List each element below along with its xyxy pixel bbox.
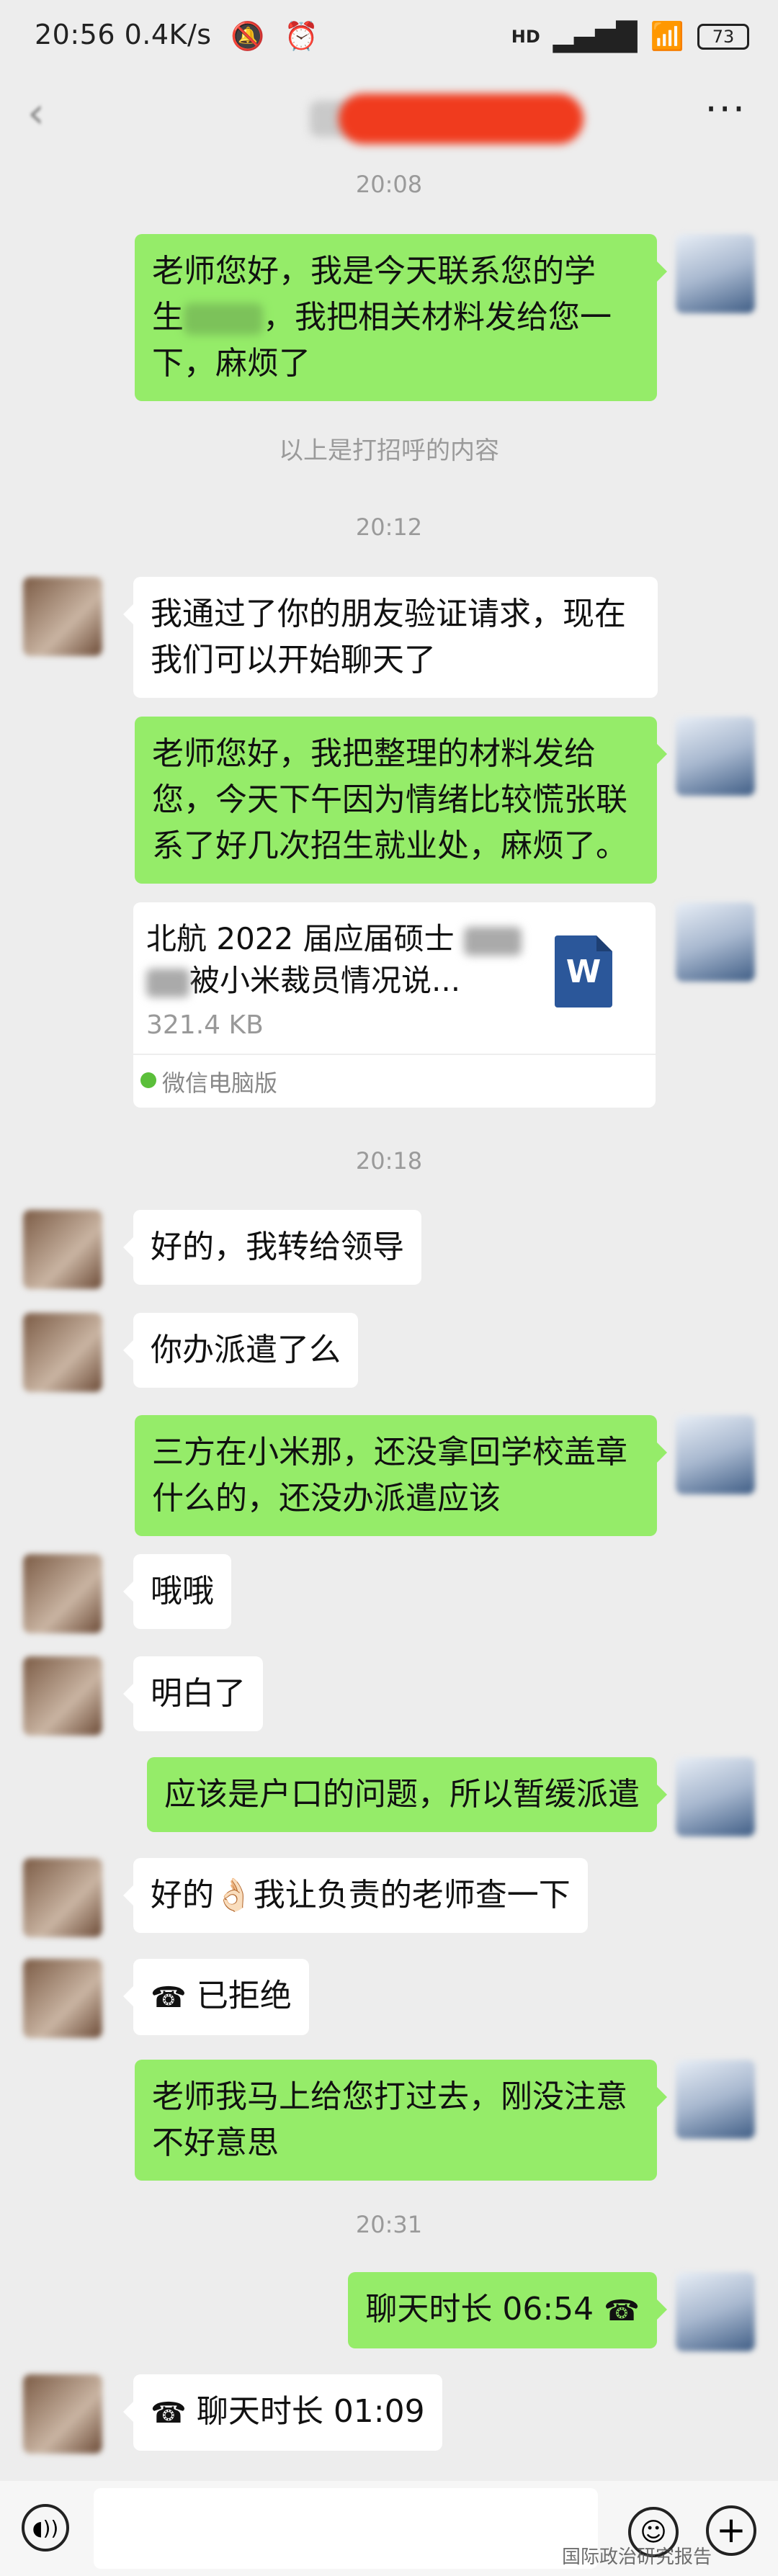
- battery-level: 73: [712, 26, 735, 47]
- signal-icon: ▂▄▆█: [553, 20, 638, 53]
- redacted-name: [184, 303, 263, 335]
- my-avatar[interactable]: [676, 902, 755, 982]
- timestamp: 20:31: [355, 2211, 423, 2238]
- plus-icon[interactable]: +: [706, 2505, 756, 2556]
- message-row: 你办派遣了么: [0, 1313, 778, 1392]
- contact-avatar[interactable]: [23, 1554, 102, 1633]
- message-bubble-received[interactable]: 好的👌🏻我让负责的老师查一下: [123, 1858, 588, 1933]
- ok-hand-emoji: 👌🏻: [214, 1877, 254, 1913]
- message-row: 三方在小米那，还没拿回学校盖章 什么的，还没办派遣应该: [0, 1415, 778, 1538]
- my-avatar[interactable]: [676, 2060, 755, 2139]
- more-options-icon[interactable]: ···: [705, 86, 747, 132]
- my-avatar[interactable]: [676, 1415, 755, 1494]
- redacted-text: [146, 968, 189, 997]
- message-row: 好的👌🏻我让负责的老师查一下: [0, 1858, 778, 1937]
- contact-avatar[interactable]: [23, 1959, 102, 2038]
- message-row: 我通过了你的朋友验证请求，现在 我们可以开始聊天了: [0, 577, 778, 699]
- call-record-bubble[interactable]: 聊天时长 06:54 ☎: [348, 2272, 667, 2348]
- timestamp: 20:08: [355, 171, 423, 198]
- file-source: 微信电脑版: [162, 1069, 278, 1097]
- message-row: 老师您好，我把整理的材料发给 您，今天下午因为情绪比较慌张联 系了好几次招生就业…: [0, 717, 778, 884]
- message-bubble-received[interactable]: 好的，我转给领导: [123, 1210, 421, 1285]
- hd-label: HD: [511, 26, 540, 47]
- message-bubble-received[interactable]: 我通过了你的朋友验证请求，现在 我们可以开始聊天了: [123, 577, 658, 698]
- contact-avatar[interactable]: [23, 1210, 102, 1289]
- file-name: 北航 2022 届应届硕士 被小米裁员情况说...: [146, 918, 535, 1002]
- my-avatar[interactable]: [676, 234, 755, 313]
- voice-input-icon[interactable]: ◖)): [22, 2504, 69, 2552]
- file-size: 321.4 KB: [146, 1010, 264, 1040]
- contact-name-redacted-red: [339, 94, 584, 144]
- message-bubble-sent[interactable]: 三方在小米那，还没拿回学校盖章 什么的，还没办派遣应该: [135, 1415, 667, 1536]
- message-input[interactable]: [94, 2488, 598, 2569]
- file-card[interactable]: 北航 2022 届应届硕士 被小米裁员情况说... 321.4 KB W 微信电…: [133, 902, 656, 1108]
- message-row: 聊天时长 06:54 ☎: [0, 2272, 778, 2351]
- net-speed: 0.4K/s: [124, 19, 212, 50]
- message-row: 应该是户口的问题，所以暂缓派遣: [0, 1757, 778, 1836]
- watermark: 国际政治研究报告: [562, 2546, 712, 2568]
- contact-avatar[interactable]: [23, 577, 102, 656]
- message-bubble-received[interactable]: 明白了: [123, 1656, 263, 1731]
- my-avatar[interactable]: [676, 2272, 755, 2351]
- my-avatar[interactable]: [676, 717, 755, 796]
- contact-avatar[interactable]: [23, 2374, 102, 2454]
- redacted-text: [463, 926, 522, 956]
- message-row: 老师您好，我是今天联系您的学 生，我把相关材料发给您一 下，麻烦了: [0, 234, 778, 407]
- wechat-pc-icon: [140, 1072, 156, 1088]
- phone-hangup-icon: ☎: [604, 2294, 640, 2328]
- back-arrow-icon[interactable]: ‹: [27, 88, 45, 138]
- message-bubble-sent[interactable]: 老师我马上给您打过去，刚没注意 不好意思: [135, 2060, 667, 2181]
- status-left: 20:56 0.4K/s 🔕 ⏰: [35, 19, 318, 53]
- mute-icon: 🔕: [231, 20, 265, 52]
- my-avatar[interactable]: [676, 1757, 755, 1836]
- phone-hangup-icon: ☎: [151, 1981, 187, 2014]
- message-bubble-received[interactable]: 哦哦: [123, 1554, 231, 1629]
- message-row: ☎ 聊天时长 01:09: [0, 2374, 778, 2454]
- system-notice: 以上是打招呼的内容: [279, 436, 499, 465]
- call-record-bubble[interactable]: ☎ 已拒绝: [123, 1959, 309, 2035]
- phone-hangup-icon: ☎: [151, 2397, 187, 2430]
- chat-header: ‹ ···: [0, 72, 778, 144]
- battery-icon: 73: [697, 23, 749, 50]
- message-bubble-sent[interactable]: 应该是户口的问题，所以暂缓派遣: [147, 1757, 667, 1832]
- message-bubble-sent[interactable]: 老师您好，我把整理的材料发给 您，今天下午因为情绪比较慌张联 系了好几次招生就业…: [135, 717, 667, 884]
- status-bar: 20:56 0.4K/s 🔕 ⏰ HD ▂▄▆█ 📶 73: [0, 0, 778, 72]
- clock: 20:56: [35, 19, 116, 50]
- message-row: 明白了: [0, 1656, 778, 1736]
- word-file-icon: W: [555, 935, 612, 1007]
- message-bubble-sent[interactable]: 老师您好，我是今天联系您的学 生，我把相关材料发给您一 下，麻烦了: [135, 234, 667, 401]
- message-row: 好的，我转给领导: [0, 1210, 778, 1289]
- timestamp: 20:12: [355, 513, 423, 541]
- timestamp: 20:18: [355, 1147, 423, 1175]
- contact-avatar[interactable]: [23, 1858, 102, 1937]
- call-record-bubble[interactable]: ☎ 聊天时长 01:09: [123, 2374, 442, 2451]
- message-bubble-received[interactable]: 你办派遣了么: [123, 1313, 358, 1388]
- status-right: HD ▂▄▆█ 📶 73: [511, 20, 749, 53]
- contact-avatar[interactable]: [23, 1313, 102, 1392]
- wifi-icon: 📶: [650, 20, 684, 52]
- message-row: 哦哦: [0, 1554, 778, 1633]
- message-row: 老师我马上给您打过去，刚没注意 不好意思: [0, 2060, 778, 2182]
- message-row: ☎ 已拒绝: [0, 1959, 778, 2038]
- message-row: 北航 2022 届应届硕士 被小米裁员情况说... 321.4 KB W 微信电…: [0, 902, 778, 1118]
- divider: [133, 1054, 656, 1055]
- contact-avatar[interactable]: [23, 1656, 102, 1736]
- alarm-icon: ⏰: [284, 20, 319, 52]
